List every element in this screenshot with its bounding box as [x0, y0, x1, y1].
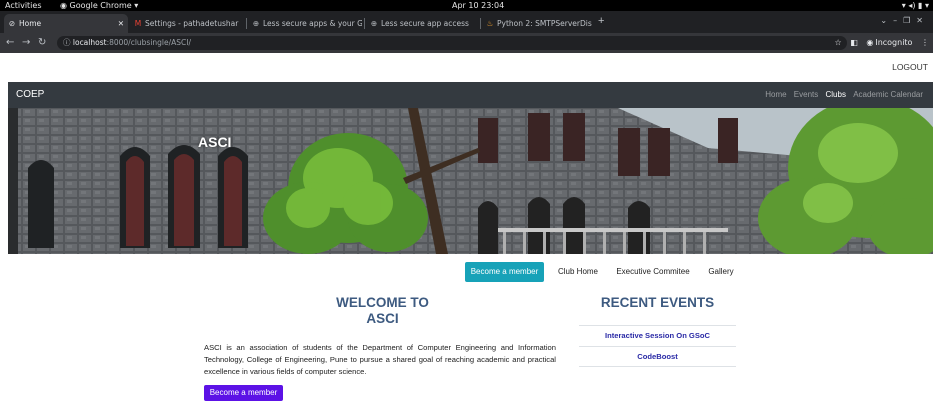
clock[interactable]: Apr 10 23:04	[452, 0, 504, 11]
window-controls[interactable]: ⌄–❐✕	[880, 13, 929, 29]
incognito-icon[interactable]: ◉	[866, 38, 873, 47]
url-host: localhost	[72, 38, 107, 47]
incognito-label[interactable]: Incognito	[875, 38, 912, 47]
globe-icon: ⊘	[8, 19, 16, 28]
executive-committee-tab[interactable]: Executive Commitee	[611, 262, 695, 282]
tab-title: Python 2: SMTPServerDis	[497, 19, 592, 28]
browser-tab-strip: ⊘ Home ✕ M Settings - pathadetushar ⊕ Less …	[0, 11, 933, 33]
brand-logo[interactable]: COEP	[16, 82, 44, 108]
toolbar-right: ☆ ◧ ◉ Incognito ⋮	[829, 33, 929, 53]
battery-icon: ▮	[918, 1, 923, 10]
browser-tab-python-smtp[interactable]: ♨ Python 2: SMTPServerDis	[482, 14, 594, 33]
menu-kebab-icon[interactable]: ⋮	[921, 38, 929, 47]
building-photo	[8, 108, 933, 254]
google-icon: ⊕	[370, 19, 378, 28]
os-top-bar: Activities ◉ Google Chrome ▾ Apr 10 23:0…	[0, 0, 933, 11]
nav-clubs[interactable]: Clubs	[826, 90, 846, 99]
back-icon[interactable]: ←	[6, 33, 14, 53]
hero-banner	[8, 108, 933, 254]
minimize-icon[interactable]: –	[893, 16, 903, 25]
welcome-line: WELCOME TO	[336, 295, 429, 310]
logout-link[interactable]: LOGOUT	[892, 62, 928, 72]
browser-tab-settings[interactable]: M Settings - pathadetushar	[130, 14, 244, 33]
google-icon: ⊕	[252, 19, 260, 28]
club-home-tab[interactable]: Club Home	[551, 262, 605, 282]
recent-events-heading: RECENT EVENTS	[600, 295, 715, 310]
nav-home[interactable]: Home	[765, 90, 786, 99]
new-tab-icon[interactable]: +	[598, 13, 604, 29]
reload-icon[interactable]: ↻	[38, 33, 46, 53]
volume-icon: ◂)	[908, 1, 916, 10]
bookmark-star-icon[interactable]: ☆	[835, 38, 842, 47]
nav-events[interactable]: Events	[794, 90, 818, 99]
app-menu[interactable]: ◉ Google Chrome ▾	[60, 0, 138, 11]
tab-title: Less secure app access	[381, 19, 469, 28]
chrome-icon: ◉	[60, 1, 70, 10]
browser-tab-home[interactable]: ⊘ Home ✕	[4, 14, 128, 33]
tab-title: Home	[19, 19, 42, 28]
browser-tab-less-secure-apps[interactable]: ⊕ Less secure apps & your G	[248, 14, 362, 33]
url-path: :8000/clubsingle/ASCI/	[106, 38, 192, 47]
close-tab-icon[interactable]: ✕	[118, 14, 124, 33]
club-name: ASCI	[366, 311, 399, 326]
tab-title: Less secure apps & your G	[263, 19, 362, 28]
tab-separator	[480, 18, 481, 29]
nav-academic-calendar[interactable]: Academic Calendar	[853, 90, 923, 99]
activities-button[interactable]: Activities	[5, 0, 42, 11]
side-panel-icon[interactable]: ◧	[850, 38, 858, 47]
event-item[interactable]: CodeBoost	[579, 346, 736, 367]
address-bar[interactable]: ⓘ localhost:8000/clubsingle/ASCI/	[57, 36, 847, 50]
gmail-icon: M	[134, 19, 142, 28]
recent-events-list: Interactive Session On GSoC CodeBoost	[579, 325, 736, 367]
forward-icon[interactable]: →	[22, 33, 30, 53]
site-info-icon[interactable]: ⓘ	[63, 38, 71, 47]
wifi-icon: ▾	[901, 1, 906, 10]
become-member-button[interactable]: Become a member	[204, 385, 283, 401]
close-window-icon[interactable]: ✕	[916, 16, 929, 25]
become-member-tab[interactable]: Become a member	[465, 262, 544, 282]
tab-title: Settings - pathadetushar	[145, 19, 239, 28]
site-navbar: COEP Home Events Clubs Academic Calendar	[8, 82, 933, 108]
browser-tab-less-secure-access[interactable]: ⊕ Less secure app access	[366, 14, 478, 33]
system-tray[interactable]: ▾ ◂) ▮ ▾	[902, 0, 929, 11]
welcome-heading: WELCOME TO ASCI	[320, 295, 445, 327]
restore-icon[interactable]: ❐	[903, 16, 916, 25]
power-menu-icon: ▾	[924, 1, 929, 10]
tab-separator	[246, 18, 247, 29]
tab-search-icon[interactable]: ⌄	[880, 16, 893, 25]
python-icon: ♨	[486, 19, 494, 28]
event-item[interactable]: Interactive Session On GSoC	[579, 325, 736, 346]
browser-toolbar: ← → ↻ ⓘ localhost:8000/clubsingle/ASCI/ …	[0, 33, 933, 53]
hero-title: ASCI	[198, 134, 232, 150]
gallery-tab[interactable]: Gallery	[701, 262, 741, 282]
nav-links: Home Events Clubs Academic Calendar	[760, 82, 923, 108]
club-description: ASCI is an association of students of th…	[204, 343, 556, 376]
tab-separator	[364, 18, 365, 29]
